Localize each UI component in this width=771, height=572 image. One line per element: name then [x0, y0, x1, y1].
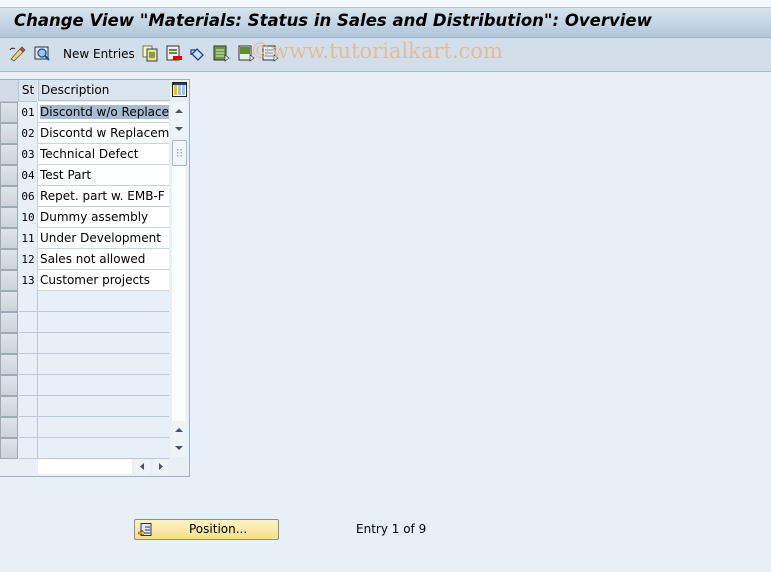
description-text: Under Development [40, 231, 161, 245]
description-text: Dummy assembly [40, 210, 149, 224]
scroll-up-button[interactable] [171, 102, 187, 120]
column-divider [37, 290, 38, 458]
empty-table-row[interactable] [19, 291, 169, 312]
cell-description[interactable]: Dummy assembly [37, 207, 169, 228]
position-button[interactable]: Position... [134, 519, 279, 540]
cell-status-code: 03 [21, 148, 35, 161]
description-text: Sales not allowed [40, 252, 146, 266]
empty-table-row[interactable] [19, 312, 169, 333]
table-settings-icon[interactable] [172, 82, 187, 97]
vertical-scroll-thumb[interactable] [172, 140, 187, 166]
row-selector[interactable] [0, 249, 18, 270]
undo-change-icon[interactable] [189, 45, 206, 62]
details-icon[interactable] [34, 45, 51, 62]
horizontal-scroll-track[interactable] [38, 459, 132, 474]
scroll-right-button[interactable] [153, 459, 168, 474]
description-text: Technical Defect [40, 147, 139, 161]
position-icon [137, 522, 152, 537]
empty-table-row[interactable] [19, 333, 169, 354]
row-selector[interactable] [0, 417, 18, 438]
select-all-icon[interactable] [213, 45, 230, 62]
cell-description[interactable]: Customer projects [37, 270, 169, 291]
description-text: Discontd w Replacemt [40, 126, 169, 140]
cell-description[interactable]: Test Part [37, 165, 169, 186]
description-text: Customer projects [40, 273, 151, 287]
copy-as-icon[interactable] [142, 45, 159, 62]
column-header-st[interactable]: St [19, 80, 37, 102]
scroll-down-button[interactable] [171, 120, 187, 138]
scroll-left-button[interactable] [135, 459, 150, 474]
entry-status: Entry 1 of 9 [356, 522, 427, 536]
display-change-icon[interactable] [9, 45, 26, 62]
row-selector[interactable] [0, 354, 18, 375]
cell-description[interactable]: Under Development [37, 228, 169, 249]
top-strip [0, 0, 771, 8]
cell-status-code: 13 [21, 274, 35, 287]
row-selector[interactable] [0, 186, 18, 207]
cell-description[interactable]: Repet. part w. EMB-F [37, 186, 169, 207]
empty-table-row[interactable] [19, 438, 169, 459]
window-title: Change View "Materials: Status in Sales … [14, 11, 652, 30]
row-selector[interactable] [0, 438, 18, 459]
cell-description[interactable]: Discontd w/o Replace [37, 102, 169, 123]
empty-table-row[interactable] [19, 396, 169, 417]
row-selector[interactable] [0, 270, 18, 291]
row-selector[interactable] [0, 375, 18, 396]
row-selector[interactable] [0, 165, 18, 186]
description-text: Discontd w/o Replace [40, 105, 169, 119]
cell-status-code: 10 [21, 211, 35, 224]
cell-status-code: 04 [21, 169, 35, 182]
row-selector[interactable] [0, 144, 18, 165]
application-toolbar: New Entries ©www.tutorialkart.com [0, 38, 771, 72]
cell-status-code: 06 [21, 190, 35, 203]
position-button-label: Position... [189, 522, 248, 536]
select-all-rows-corner[interactable] [0, 80, 19, 102]
status-table: St Description 01 Discontd w/o Replace 02 D… [0, 79, 190, 477]
cell-description[interactable]: Technical Defect [37, 144, 169, 165]
row-selector[interactable] [0, 123, 18, 144]
delete-icon[interactable] [166, 45, 183, 62]
cell-status-code: 12 [21, 253, 35, 266]
row-selector[interactable] [0, 207, 18, 228]
cell-status-code: 02 [21, 127, 35, 140]
row-selector[interactable] [0, 102, 18, 123]
row-selector[interactable] [0, 228, 18, 249]
scroll-page-down-button[interactable] [171, 439, 187, 457]
description-text: Repet. part w. EMB-F [40, 189, 165, 203]
empty-table-row[interactable] [19, 417, 169, 438]
select-block-icon[interactable] [238, 45, 255, 62]
cell-status-code: 01 [21, 106, 35, 119]
cell-description[interactable]: Sales not allowed [37, 249, 169, 270]
new-entries-button[interactable]: New Entries [63, 47, 135, 61]
empty-table-row[interactable] [19, 354, 169, 375]
row-selector[interactable] [0, 291, 18, 312]
cell-status-code: 11 [21, 232, 35, 245]
row-selector[interactable] [0, 312, 18, 333]
row-selector[interactable] [0, 333, 18, 354]
row-selector[interactable] [0, 396, 18, 417]
deselect-all-icon[interactable] [262, 45, 279, 62]
column-settings-area [170, 80, 189, 101]
vertical-scroll-track[interactable] [172, 166, 186, 421]
scroll-page-up-button[interactable] [171, 421, 187, 439]
title-bar: Change View "Materials: Status in Sales … [0, 8, 771, 38]
cell-description[interactable]: Discontd w Replacemt [37, 123, 169, 144]
column-header-description[interactable]: Description [38, 80, 170, 101]
description-text: Test Part [40, 168, 92, 182]
empty-table-row[interactable] [19, 375, 169, 396]
watermark: ©www.tutorialkart.com [250, 39, 503, 63]
